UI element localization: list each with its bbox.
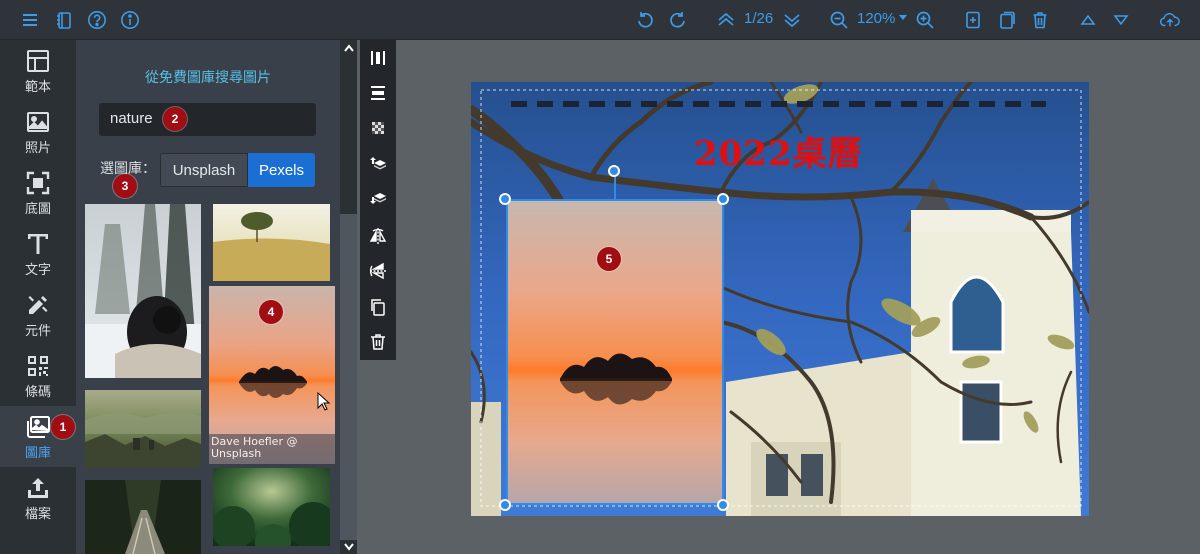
next-page-icon[interactable]	[780, 8, 804, 32]
sidebar-item-label: 元件	[24, 324, 51, 339]
zoom-level[interactable]: 120%	[857, 10, 895, 27]
object-tool-strip	[360, 40, 396, 360]
upload-icon	[28, 478, 48, 498]
sidebar-item-barcode[interactable]: 條碼	[0, 345, 76, 406]
transparency-icon[interactable]	[366, 116, 390, 140]
calendar-title-text[interactable]: 2022桌曆	[694, 126, 864, 174]
sidebar-item-label: 圖庫	[24, 446, 51, 461]
pexels-option-button[interactable]: Pexels	[248, 153, 315, 187]
rotate-handle[interactable]	[608, 165, 620, 177]
scroll-down-icon[interactable]	[340, 540, 357, 554]
undo-icon[interactable]	[633, 8, 657, 32]
app-window: 1/26 120% 範本 照片 底圖 文字 元件 條碼 圖庫 檔案 從免費圖庫搜…	[0, 0, 1200, 554]
align-vertical-icon[interactable]	[366, 81, 390, 105]
mouse-cursor-icon	[317, 392, 331, 411]
step-badge-2: 2	[163, 107, 187, 131]
selected-photo-element[interactable]	[506, 199, 724, 505]
photo-icon	[27, 112, 49, 132]
info-icon[interactable]	[118, 8, 142, 32]
resize-handle-bottom-left[interactable]	[499, 499, 511, 511]
sidebar-item-text[interactable]: 文字	[0, 223, 76, 284]
previous-page-icon[interactable]	[714, 8, 738, 32]
flip-horizontal-icon[interactable]	[366, 224, 390, 248]
search-input[interactable]: nature	[99, 103, 316, 136]
notebook-icon[interactable]	[52, 8, 76, 32]
unsplash-option-button[interactable]: Unsplash	[160, 153, 248, 187]
photo-thumbnail[interactable]	[85, 390, 201, 468]
panel-scrollbar[interactable]	[340, 40, 357, 554]
help-icon[interactable]	[85, 8, 109, 32]
photo-thumbnail[interactable]	[85, 204, 201, 378]
bring-forward-icon[interactable]	[366, 151, 390, 175]
zoom-in-icon[interactable]	[913, 8, 937, 32]
sidebar-item-label: 照片	[24, 141, 51, 156]
resize-handle-top-left[interactable]	[499, 193, 511, 205]
delete-page-icon[interactable]	[1028, 8, 1052, 32]
background-icon	[26, 171, 50, 195]
move-page-up-icon[interactable]	[1076, 8, 1100, 32]
photo-credit-caption: Dave Hoefler @ Unsplash	[209, 434, 335, 464]
template-icon	[27, 50, 49, 72]
step-badge-5: 5	[597, 247, 621, 271]
zoom-out-icon[interactable]	[827, 8, 851, 32]
menu-icon[interactable]	[18, 8, 42, 32]
photo-thumbnail[interactable]	[213, 204, 330, 281]
zoom-dropdown-icon[interactable]	[899, 15, 907, 20]
left-sidebar: 範本 照片 底圖 文字 元件 條碼 圖庫 檔案	[0, 40, 76, 554]
send-backward-icon[interactable]	[366, 186, 390, 210]
sidebar-item-label: 底圖	[24, 202, 51, 217]
design-canvas[interactable]: 2022桌曆	[471, 82, 1089, 516]
scrollbar-thumb[interactable]	[340, 214, 357, 540]
step-badge-4: 4	[259, 300, 283, 324]
duplicate-page-icon[interactable]	[994, 8, 1018, 32]
duplicate-icon[interactable]	[366, 295, 390, 319]
move-page-down-icon[interactable]	[1109, 8, 1133, 32]
page-indicator: 1/26	[744, 10, 774, 27]
sidebar-item-backgrounds[interactable]: 底圖	[0, 162, 76, 223]
sidebar-item-label: 範本	[24, 80, 51, 95]
text-icon	[28, 234, 48, 254]
sidebar-item-templates[interactable]: 範本	[0, 40, 76, 101]
qrcode-icon	[28, 356, 48, 376]
sidebar-item-label: 檔案	[24, 507, 51, 522]
elements-icon	[28, 296, 48, 314]
redo-icon[interactable]	[666, 8, 690, 32]
photo-thumbnail[interactable]	[85, 480, 201, 554]
add-page-icon[interactable]	[961, 8, 985, 32]
top-toolbar: 1/26 120%	[0, 0, 1200, 40]
photo-thumbnail[interactable]	[213, 468, 330, 546]
sidebar-item-label: 文字	[24, 263, 51, 278]
sidebar-item-photos[interactable]: 照片	[0, 101, 76, 162]
sidebar-item-files[interactable]: 檔案	[0, 467, 76, 528]
cloud-upload-icon[interactable]	[1157, 8, 1183, 32]
step-badge-1: 1	[51, 415, 75, 439]
resize-handle-top-right[interactable]	[717, 193, 729, 205]
gallery-icon	[27, 416, 50, 438]
flip-vertical-icon[interactable]	[366, 259, 390, 283]
delete-icon[interactable]	[366, 330, 390, 354]
sidebar-item-elements[interactable]: 元件	[0, 284, 76, 345]
sidebar-item-label: 條碼	[24, 385, 51, 400]
stock-photo-panel: 從免費圖庫搜尋圖片 nature 選圖庫： Unsplash Pexels Da…	[76, 40, 340, 554]
panel-title: 從免費圖庫搜尋圖片	[145, 70, 271, 86]
resize-handle-bottom-right[interactable]	[717, 499, 729, 511]
scroll-up-icon[interactable]	[340, 41, 357, 55]
step-badge-3: 3	[113, 174, 137, 198]
align-horizontal-icon[interactable]	[366, 46, 390, 70]
